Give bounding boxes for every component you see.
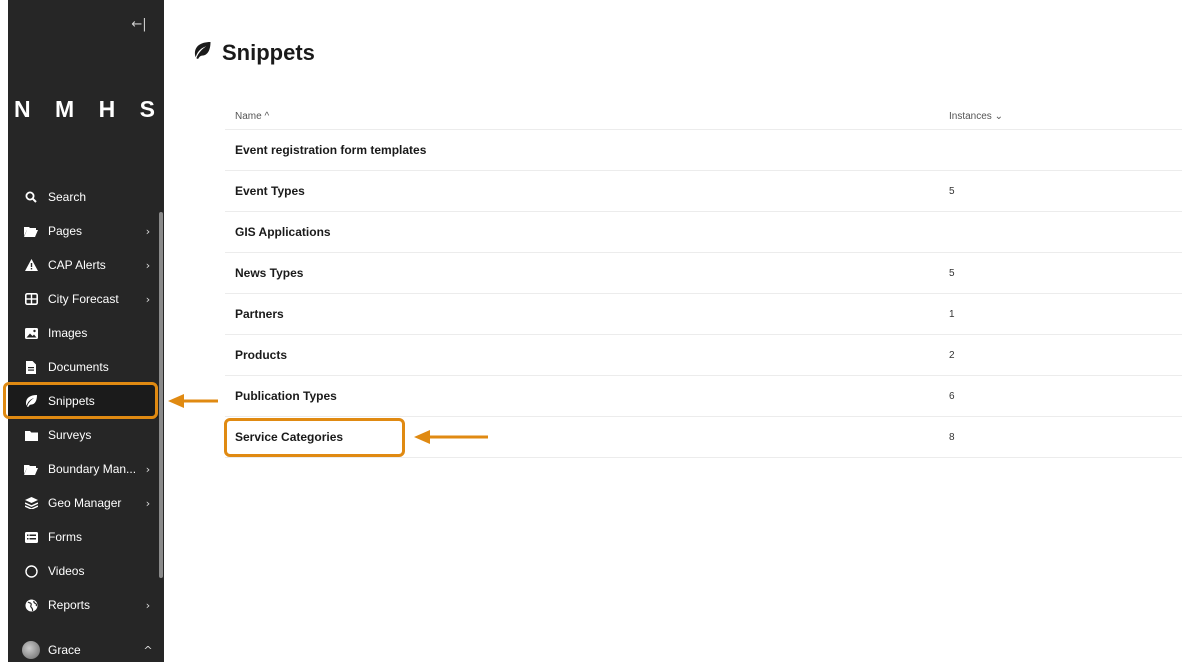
- document-icon: [8, 360, 48, 374]
- instance-count: 5: [949, 186, 955, 197]
- sidebar-item-label: Reports: [48, 598, 91, 612]
- site-logo[interactable]: N M H S: [8, 96, 164, 123]
- sidebar-item-label: City Forecast: [48, 292, 119, 306]
- sidebar: ←| N M H S Search Pages › CAP Alerts › C…: [8, 0, 164, 662]
- table-row[interactable]: News Types 5: [225, 253, 1182, 294]
- folder-open-icon: [8, 226, 48, 237]
- avatar: [8, 641, 48, 659]
- sidebar-user-menu[interactable]: Grace ^: [8, 633, 158, 662]
- leaf-icon: [192, 42, 212, 64]
- snippet-name-link[interactable]: Partners: [235, 307, 284, 321]
- sidebar-item-surveys[interactable]: Surveys: [8, 418, 158, 452]
- sidebar-item-label: Documents: [48, 360, 109, 374]
- sidebar-item-label: Surveys: [48, 428, 92, 442]
- chevron-up-icon: ^: [143, 643, 153, 657]
- page-title: Snippets: [222, 40, 315, 65]
- chevron-right-icon: ›: [145, 258, 151, 272]
- sidebar-item-label: Pages: [48, 224, 83, 238]
- sidebar-item-label: Boundary Man...: [48, 462, 137, 476]
- sidebar-item-cap-alerts[interactable]: CAP Alerts ›: [8, 248, 158, 282]
- snippet-name-link[interactable]: News Types: [235, 266, 303, 280]
- sidebar-item-geo-manager[interactable]: Geo Manager ›: [8, 486, 158, 520]
- table-row[interactable]: Partners 1: [225, 294, 1182, 335]
- arrow-left-icon: [414, 430, 488, 444]
- table-row[interactable]: Products 2: [225, 335, 1182, 376]
- image-icon: [8, 327, 48, 339]
- snippet-name-link[interactable]: Event Types: [235, 184, 305, 198]
- folder-icon: [8, 430, 48, 441]
- instance-count: 1: [949, 309, 955, 320]
- snippet-name-link[interactable]: Products: [235, 348, 287, 362]
- snippet-name-link[interactable]: GIS Applications: [235, 225, 331, 239]
- sidebar-item-label: CAP Alerts: [48, 258, 106, 272]
- table-row[interactable]: Event Types 5: [225, 171, 1182, 212]
- sidebar-item-label: Videos: [48, 564, 85, 578]
- sidebar-item-reports[interactable]: Reports ›: [8, 588, 158, 622]
- snippets-table: Name ^ Instances ⌄ Event registration fo…: [225, 103, 1182, 458]
- sidebar-item-city-forecast[interactable]: City Forecast ›: [8, 282, 158, 316]
- service-categories-highlight-box: [224, 418, 405, 457]
- snippets-highlight-box: [3, 382, 158, 419]
- sidebar-scrollbar[interactable]: [159, 212, 163, 578]
- table-row[interactable]: Publication Types 6: [225, 376, 1182, 417]
- circle-icon: [8, 564, 48, 578]
- sidebar-item-label: Forms: [48, 530, 82, 544]
- sidebar-item-search[interactable]: Search: [8, 180, 158, 214]
- table-row[interactable]: GIS Applications: [225, 212, 1182, 253]
- instance-count: 6: [949, 391, 955, 402]
- table-header: Name ^ Instances ⌄: [225, 103, 1182, 130]
- list-icon: [8, 531, 48, 543]
- sidebar-item-pages[interactable]: Pages ›: [8, 214, 158, 248]
- snippet-name-link[interactable]: Publication Types: [235, 389, 337, 403]
- snippet-name-link[interactable]: Event registration form templates: [235, 143, 426, 157]
- user-name: Grace: [48, 643, 81, 657]
- sidebar-item-forms[interactable]: Forms: [8, 520, 158, 554]
- search-icon: [8, 191, 48, 203]
- chevron-right-icon: ›: [145, 292, 151, 306]
- chevron-right-icon: ›: [145, 496, 151, 510]
- instance-count: 8: [949, 432, 955, 443]
- sidebar-item-label: Geo Manager: [48, 496, 122, 510]
- sidebar-item-label: Images: [48, 326, 88, 340]
- chevron-right-icon: ›: [145, 462, 151, 476]
- column-header-instances[interactable]: Instances ⌄: [949, 111, 1003, 122]
- layers-icon: [8, 497, 48, 509]
- folder-open-icon: [8, 464, 48, 475]
- warning-icon: [8, 259, 48, 271]
- chevron-right-icon: ›: [145, 598, 151, 612]
- collapse-left-icon[interactable]: ←|: [130, 16, 148, 34]
- sidebar-item-label: Search: [48, 190, 87, 204]
- page-header: Snippets: [192, 40, 315, 66]
- sidebar-item-boundary-manager[interactable]: Boundary Man... ›: [8, 452, 158, 486]
- instance-count: 2: [949, 350, 955, 361]
- chevron-right-icon: ›: [145, 224, 151, 238]
- table-row[interactable]: Event registration form templates: [225, 130, 1182, 171]
- sidebar-item-videos[interactable]: Videos: [8, 554, 158, 588]
- table-icon: [8, 293, 48, 305]
- globe-icon: [8, 599, 48, 612]
- instance-count: 5: [949, 268, 955, 279]
- sidebar-item-images[interactable]: Images: [8, 316, 158, 350]
- column-header-name[interactable]: Name ^: [235, 111, 269, 122]
- sidebar-item-documents[interactable]: Documents: [8, 350, 158, 384]
